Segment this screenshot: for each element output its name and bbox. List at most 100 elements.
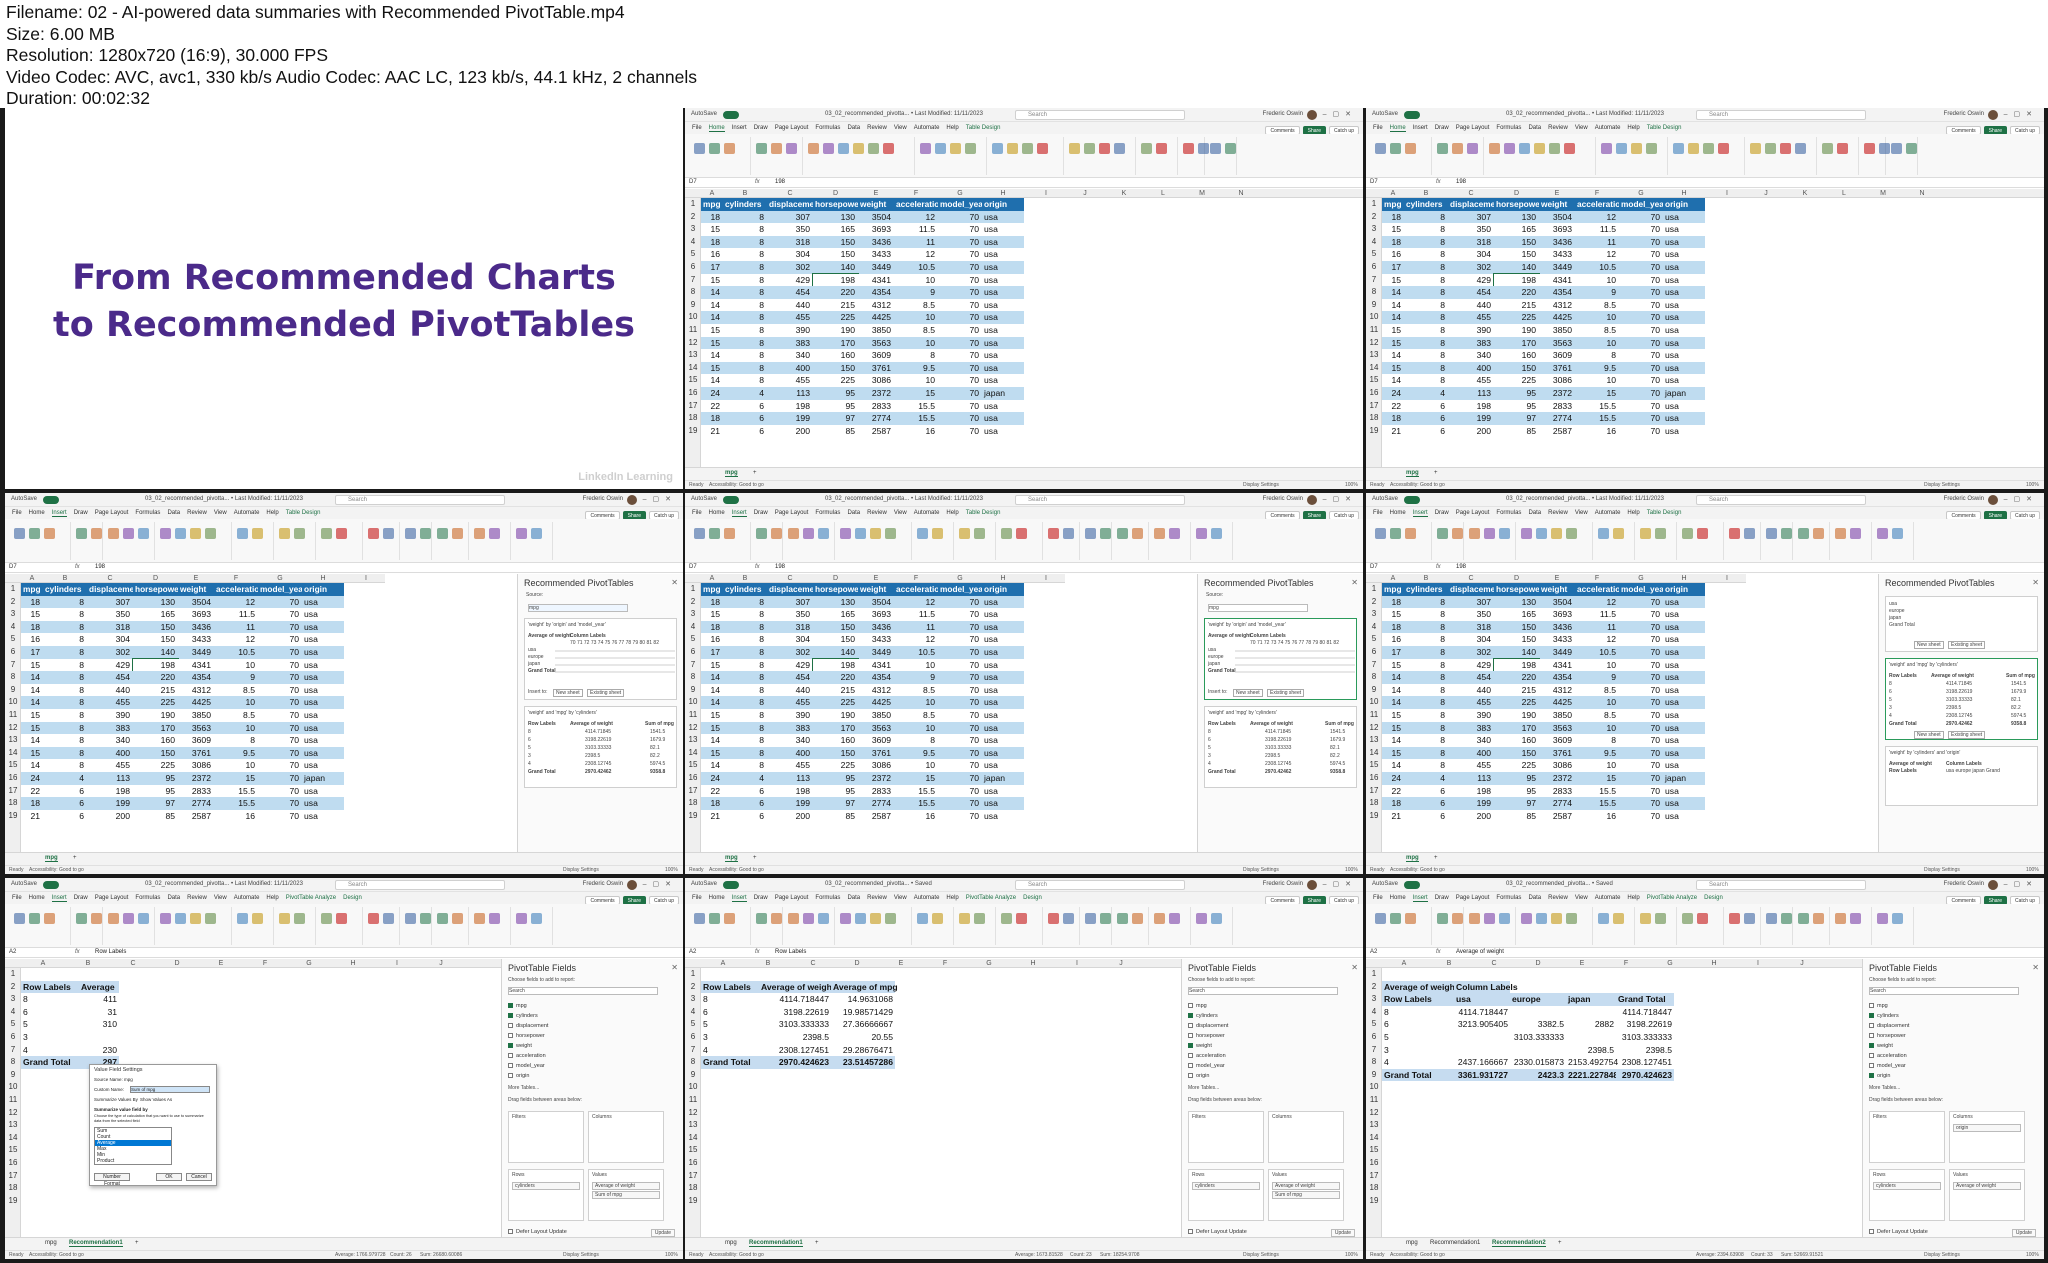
tab-automate[interactable]: Automate <box>234 895 260 901</box>
table-cell[interactable]: usa <box>302 734 344 747</box>
table-cell[interactable]: usa <box>982 248 1024 261</box>
table-cell[interactable]: 16 <box>21 633 43 646</box>
tab-review[interactable]: Review <box>187 510 207 516</box>
table-cell[interactable]: 8 <box>723 646 767 659</box>
sheet-tab[interactable]: Recommendation1 <box>1430 1240 1480 1246</box>
table-cell[interactable]: 198 <box>132 657 179 673</box>
tab-data[interactable]: Data <box>1528 510 1541 516</box>
close-pane-icon[interactable]: ✕ <box>2032 578 2039 587</box>
row-header[interactable]: 7 <box>685 1044 701 1057</box>
table-cell[interactable]: usa <box>1663 399 1705 413</box>
ribbon-command-icon[interactable] <box>870 913 881 924</box>
table-cell[interactable]: 160 <box>1494 349 1539 362</box>
table-cell[interactable]: 70 <box>938 709 982 722</box>
table-cell[interactable]: 16 <box>1575 809 1619 823</box>
ribbon-command-icon[interactable] <box>452 528 463 539</box>
table-cell[interactable]: 70 <box>938 298 982 312</box>
table-cell[interactable]: 3436 <box>1539 620 1575 634</box>
table-cell[interactable]: 12 <box>894 210 938 224</box>
table-cell[interactable]: 14 <box>701 671 723 684</box>
recommendation-card[interactable]: usa europe japan Grand Total New sheet Existi… <box>1885 596 2038 652</box>
table-cell[interactable]: usa <box>982 273 1024 287</box>
ribbon-command-icon[interactable] <box>279 913 290 924</box>
table-cell[interactable]: 8 <box>723 349 767 362</box>
pivot-value[interactable] <box>1454 1044 1510 1057</box>
table-cell[interactable]: 2587 <box>1539 809 1575 823</box>
defer-checkbox[interactable] <box>1869 1229 1874 1234</box>
table-cell[interactable]: 160 <box>133 734 178 747</box>
tab-formulas[interactable]: Formulas <box>815 510 840 516</box>
table-cell[interactable]: 4 <box>1404 387 1448 400</box>
table-cell[interactable]: 2372 <box>178 772 214 785</box>
update-button[interactable]: Update <box>1330 1229 1355 1237</box>
table-cell[interactable]: 15 <box>1382 324 1404 337</box>
pivot-value[interactable]: 3361.931727 <box>1454 1068 1510 1082</box>
avatar[interactable] <box>1988 110 1998 120</box>
area-field-chip[interactable]: Average of weight <box>1272 1182 1340 1190</box>
row-header[interactable]: 4 <box>685 236 701 249</box>
defer-checkbox[interactable] <box>508 1229 513 1234</box>
table-cell[interactable]: 10 <box>1575 759 1619 772</box>
pivot-row-label[interactable]: 5 <box>1382 1031 1454 1044</box>
table-cell[interactable]: 14 <box>1382 759 1404 772</box>
table-cell[interactable]: japan <box>1663 772 1705 785</box>
table-cell[interactable]: 14 <box>701 349 723 362</box>
pivot-value[interactable]: 4114.718447 <box>1616 1006 1674 1019</box>
sheet-tab[interactable]: mpg <box>1406 855 1419 862</box>
table-cell[interactable]: 350 <box>767 223 813 236</box>
row-header[interactable]: 12 <box>685 722 701 735</box>
table-cell[interactable]: 4425 <box>178 696 214 709</box>
tab-file[interactable]: File <box>1373 895 1383 901</box>
ribbon-command-icon[interactable] <box>336 913 347 924</box>
table-cell[interactable]: 160 <box>1494 734 1539 747</box>
ribbon-command-icon[interactable] <box>1099 143 1110 154</box>
ribbon-command-icon[interactable] <box>474 913 485 924</box>
table-header-cell[interactable]: weight <box>178 583 214 596</box>
row-header[interactable]: 8 <box>1366 1056 1382 1069</box>
sheet-tab[interactable]: Recommendation1 <box>749 1240 803 1247</box>
ribbon-command-icon[interactable] <box>771 913 782 924</box>
ribbon-command-icon[interactable] <box>531 528 542 539</box>
ribbon-command-icon[interactable] <box>91 528 102 539</box>
table-cell[interactable]: 8 <box>723 658 767 672</box>
table-cell[interactable]: 22 <box>1382 784 1404 798</box>
ribbon-command-icon[interactable] <box>1729 913 1740 924</box>
ribbon-command-icon[interactable] <box>1132 913 1143 924</box>
table-cell[interactable]: 15 <box>21 746 43 760</box>
table-cell[interactable]: 17 <box>701 646 723 659</box>
table-cell[interactable]: 318 <box>1448 235 1494 249</box>
fields-search[interactable]: Search <box>508 987 658 995</box>
tab-review[interactable]: Review <box>867 125 887 131</box>
table-cell[interactable]: 220 <box>1494 671 1539 684</box>
table-cell[interactable]: 10 <box>1575 696 1619 709</box>
table-cell[interactable]: usa <box>982 646 1024 659</box>
table-cell[interactable]: 8 <box>723 286 767 299</box>
table-header-cell[interactable]: acceleration <box>214 583 264 596</box>
existing-sheet-button[interactable]: Existing sheet <box>1948 731 1986 739</box>
table-cell[interactable]: 70 <box>938 809 982 823</box>
pivot-row-label[interactable]: Grand Total <box>701 1056 759 1069</box>
row-header[interactable]: 9 <box>685 1069 701 1082</box>
row-header[interactable]: 7 <box>685 274 701 287</box>
column-header[interactable]: C <box>87 574 133 583</box>
table-cell[interactable]: 8 <box>1404 746 1448 760</box>
table-cell[interactable]: 8.5 <box>894 298 938 312</box>
ribbon-command-icon[interactable] <box>1640 913 1651 924</box>
ribbon-command-icon[interactable] <box>818 913 829 924</box>
table-cell[interactable]: 455 <box>1448 696 1494 709</box>
table-cell[interactable]: 70 <box>1619 595 1663 609</box>
tab-page-layout[interactable]: Page Layout <box>775 895 809 901</box>
row-header[interactable]: 2 <box>685 981 701 994</box>
table-cell[interactable]: 10.5 <box>894 646 938 659</box>
ribbon-command-icon[interactable] <box>1016 913 1027 924</box>
row-header[interactable]: 10 <box>685 311 701 324</box>
table-cell[interactable]: 18 <box>21 620 43 634</box>
table-cell[interactable]: usa <box>1663 273 1705 287</box>
table-cell[interactable]: 15 <box>1382 608 1404 621</box>
table-cell[interactable]: 190 <box>1494 709 1539 722</box>
column-header[interactable]: C <box>1448 574 1494 583</box>
table-cell[interactable]: 8 <box>1404 608 1448 621</box>
row-header[interactable]: 3 <box>685 223 701 236</box>
table-cell[interactable]: 4312 <box>858 298 894 312</box>
table-cell[interactable]: 8 <box>1575 734 1619 747</box>
